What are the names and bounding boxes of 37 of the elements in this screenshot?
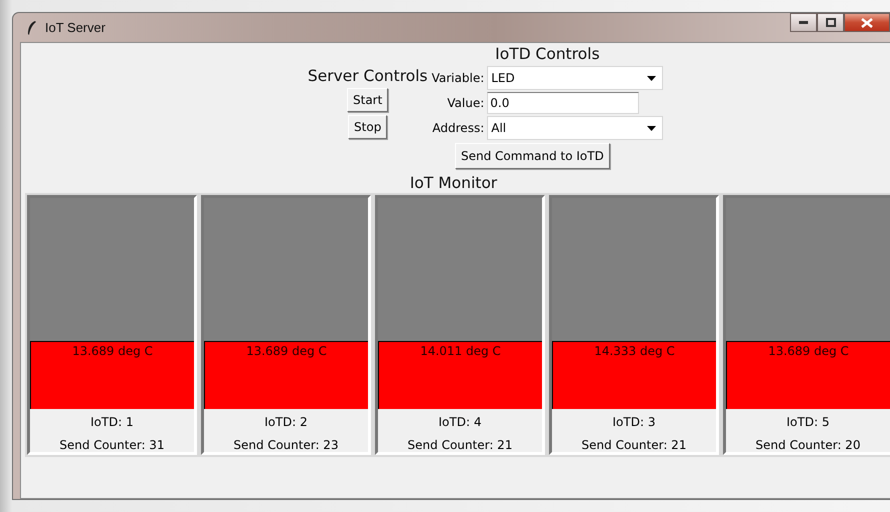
temperature-reading: 13.689 deg C	[768, 344, 849, 360]
send-counter: Send Counter: 23	[232, 438, 340, 452]
window-title: IoT Server	[45, 20, 106, 35]
device-id: IoTD: 2	[264, 415, 308, 429]
dropdown-caret-icon	[647, 126, 656, 130]
device-id: IoTD: 4	[438, 415, 482, 429]
temperature-reading: 14.333 deg C	[594, 344, 675, 360]
dropdown-field[interactable]: LED	[487, 66, 664, 90]
feather-icon	[26, 20, 37, 36]
field-label: Variable:	[432, 71, 484, 85]
maximize-icon	[826, 18, 836, 27]
maximize-button[interactable]	[817, 13, 844, 32]
send-counter: Send Counter: 31	[58, 438, 166, 452]
send-counter: Send Counter: 21	[406, 438, 514, 452]
input-field[interactable]: 0.0	[487, 92, 640, 114]
temperature-reading: 13.689 deg C	[246, 344, 327, 360]
section-title: Server Controls	[308, 67, 428, 85]
minimize-button[interactable]	[790, 13, 817, 32]
field-label: Address:	[432, 121, 484, 135]
device-id: IoTD: 5	[786, 415, 830, 429]
section-title: IoT Monitor	[408, 174, 498, 192]
server-button[interactable]: Start	[347, 88, 388, 112]
close-icon	[861, 18, 873, 28]
minimize-icon	[799, 21, 808, 24]
dropdown-field[interactable]: All	[487, 116, 664, 140]
send-counter: Send Counter: 20	[754, 438, 862, 452]
section-title: IoTD Controls	[495, 45, 600, 63]
close-button[interactable]	[844, 13, 890, 32]
device-id: IoTD: 1	[90, 415, 134, 429]
dropdown-caret-icon	[647, 76, 656, 80]
temperature-reading: 13.689 deg C	[72, 344, 153, 360]
device-id: IoTD: 3	[612, 415, 656, 429]
temperature-reading: 14.011 deg C	[420, 344, 501, 360]
send-command-button[interactable]: Send Command to IoTD	[455, 143, 610, 169]
server-button[interactable]: Stop	[348, 115, 388, 139]
send-counter: Send Counter: 21	[580, 438, 688, 452]
field-label: Value:	[446, 96, 484, 110]
